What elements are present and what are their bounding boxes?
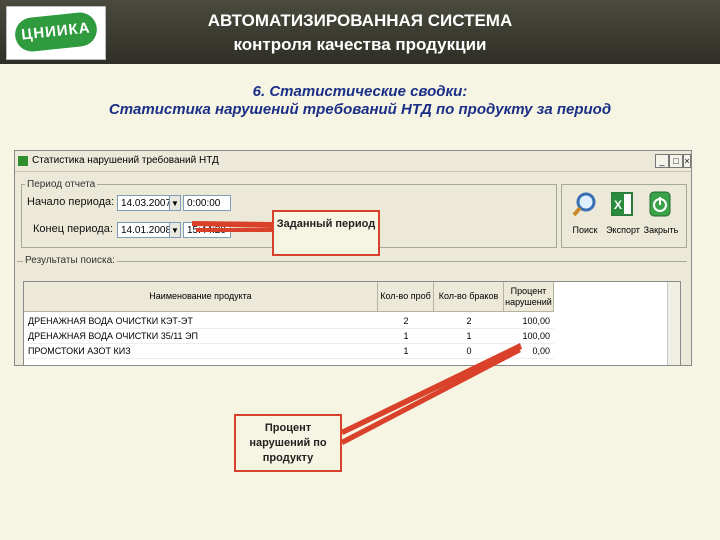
period-callout: Заданный период [272,210,380,256]
callout-arrows [192,221,522,445]
period-arrow-upper [192,221,272,228]
percent-callout: Процент нарушений по продукту [234,414,342,472]
percent-arrow-lower [341,348,521,445]
period-arrow-lower [196,228,272,232]
percent-arrow-upper [341,343,522,435]
